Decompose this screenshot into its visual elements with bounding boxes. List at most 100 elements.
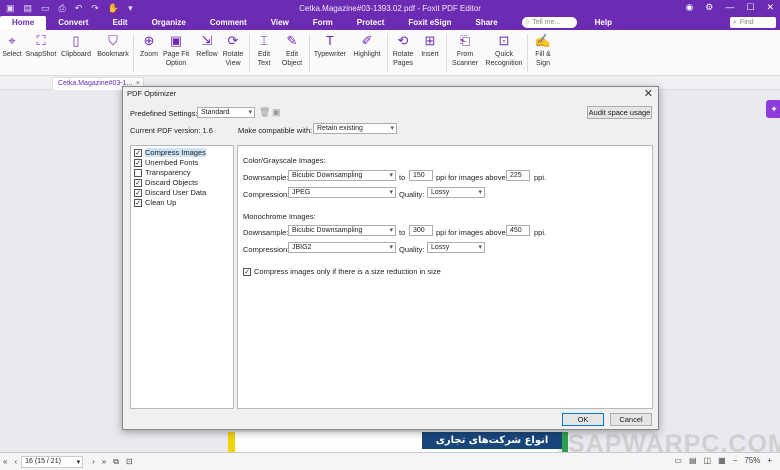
- chevron-down-icon: ▾: [389, 189, 393, 196]
- rotate-pages-button[interactable]: ⟲ Rotate Pages: [391, 33, 415, 68]
- facing-continuous-icon[interactable]: ▦: [718, 456, 726, 465]
- mono-ppi-input[interactable]: 300: [409, 225, 433, 236]
- cancel-button[interactable]: Cancel: [610, 413, 652, 426]
- facing-icon[interactable]: ◫: [704, 456, 712, 465]
- ai-assistant-icon[interactable]: ✦: [766, 100, 780, 118]
- mono-compression-select[interactable]: JBIG2 ▾: [288, 242, 396, 253]
- color-section-title: Color/Grayscale Images:: [243, 156, 326, 165]
- mono-above-input[interactable]: 450: [506, 225, 530, 236]
- chevron-down-icon: ▾: [389, 227, 393, 234]
- next-page-icon[interactable]: ›: [92, 457, 95, 467]
- close-icon[interactable]: ✕: [644, 87, 653, 100]
- zoom-level[interactable]: 75%: [744, 456, 760, 465]
- fill-sign-icon: ✍: [534, 32, 552, 48]
- page-fit-button[interactable]: ▣ Page Fit Option: [162, 33, 190, 68]
- maximize-icon[interactable]: ☐: [746, 2, 754, 13]
- color-quality-select[interactable]: Lossy ▾: [427, 187, 485, 198]
- mono-downsample-select[interactable]: Bicubic Downsampling ▾: [288, 225, 396, 236]
- color-compression-select[interactable]: JPEG ▾: [288, 187, 396, 198]
- redo-icon[interactable]: ↷: [91, 3, 99, 14]
- list-item-discard-user-data[interactable]: ✓ Discard User Data: [134, 188, 206, 197]
- ok-button[interactable]: OK: [562, 413, 604, 426]
- find-input[interactable]: ⌕ Find: [730, 17, 776, 28]
- undo-icon[interactable]: ↶: [75, 3, 83, 14]
- checkbox[interactable]: ✓: [134, 148, 142, 157]
- account-icon[interactable]: ◉: [685, 2, 693, 13]
- compatible-label: Make compatible with:: [238, 126, 313, 135]
- insert-button[interactable]: ⊞ Insert: [418, 33, 442, 60]
- continuous-icon[interactable]: ▤: [689, 456, 697, 465]
- save-icon[interactable]: ▤: [24, 3, 33, 14]
- checkbox[interactable]: ✓: [243, 267, 251, 276]
- checkbox[interactable]: ✓: [134, 178, 142, 187]
- edit-object-button[interactable]: ✎ Edit Object: [278, 33, 306, 68]
- edit-text-button[interactable]: ⌶ Edit Text: [254, 33, 274, 68]
- settings-icon[interactable]: ⚙: [705, 2, 713, 13]
- tab-view[interactable]: View: [259, 16, 301, 30]
- mono-quality-select[interactable]: Lossy ▾: [427, 242, 485, 253]
- tab-share[interactable]: Share: [463, 16, 509, 30]
- tab-protect[interactable]: Protect: [345, 16, 397, 30]
- print-icon[interactable]: ⎙: [59, 3, 66, 14]
- zoom-out-icon[interactable]: −: [733, 456, 738, 465]
- tab-organize[interactable]: Organize: [140, 16, 198, 30]
- tell-me-search[interactable]: ○ Tell me...: [522, 17, 577, 28]
- bookmark-button[interactable]: ⛉ Bookmark: [96, 33, 130, 60]
- typewriter-button[interactable]: T Typewriter: [313, 33, 347, 60]
- fit-page-icon[interactable]: ⊡: [126, 457, 133, 467]
- color-downsample-select[interactable]: Bicubic Downsampling ▾: [288, 170, 396, 181]
- zoom-in-icon[interactable]: +: [767, 456, 772, 465]
- customize-icon[interactable]: ▾: [128, 3, 133, 14]
- list-item-clean-up[interactable]: ✓ Clean Up: [134, 198, 176, 207]
- list-item-transparency[interactable]: Transparency: [134, 168, 191, 177]
- edit-text-icon: ⌶: [260, 32, 268, 48]
- checkbox[interactable]: ✓: [134, 158, 142, 167]
- tab-edit[interactable]: Edit: [100, 16, 139, 30]
- highlight-button[interactable]: ✐ Highlight: [350, 33, 384, 60]
- from-scanner-button[interactable]: ⎗ From Scanner: [450, 33, 480, 68]
- tab-home[interactable]: Home: [0, 16, 47, 30]
- tab-comment[interactable]: Comment: [198, 16, 259, 30]
- ribbon-separator: [446, 34, 447, 72]
- compress-only-row[interactable]: ✓ Compress images only if there is a siz…: [243, 267, 441, 276]
- color-above-input[interactable]: 225: [506, 170, 530, 181]
- prev-page-icon[interactable]: ‹: [14, 457, 17, 466]
- quick-recognition-button[interactable]: ⊡ Quick Recognition: [485, 33, 523, 68]
- delete-icon[interactable]: 🗑: [259, 107, 270, 118]
- chevron-down-icon: ▾: [389, 172, 393, 179]
- tab-form[interactable]: Form: [301, 16, 345, 30]
- zoom-button[interactable]: ⊕ Zoom: [138, 33, 160, 60]
- tab-help[interactable]: Help: [583, 16, 624, 30]
- open-icon[interactable]: ▭: [41, 3, 50, 14]
- page-number-field[interactable]: 16 (15 / 21) ▾: [21, 455, 84, 468]
- hand-icon[interactable]: ✋: [108, 3, 119, 14]
- app-icon[interactable]: ▣: [6, 3, 15, 14]
- scanner-icon: ⎗: [459, 32, 471, 48]
- reflow-button[interactable]: ⇲ Reflow: [194, 33, 220, 60]
- checkbox[interactable]: ✓: [134, 188, 142, 197]
- tab-foxit-esign[interactable]: Foxit eSign: [396, 16, 463, 30]
- single-page-icon[interactable]: ▭: [674, 456, 682, 465]
- ribbon-separator: [133, 34, 134, 72]
- select-button[interactable]: ⌖ Select: [2, 33, 22, 60]
- list-item-unembed-fonts[interactable]: ✓ Unembed Fonts: [134, 158, 198, 167]
- save-settings-icon[interactable]: ▣: [272, 107, 281, 118]
- last-page-icon[interactable]: »: [102, 457, 106, 467]
- checkbox[interactable]: ✓: [134, 198, 142, 207]
- list-item-discard-objects[interactable]: ✓ Discard Objects: [134, 178, 198, 187]
- rotate-view-button[interactable]: ⟳ Rotate View: [221, 33, 245, 68]
- checkbox[interactable]: [134, 168, 142, 177]
- compatibility-select[interactable]: Retain existing ▾: [313, 123, 397, 134]
- two-page-icon[interactable]: ⧉: [113, 457, 119, 467]
- audit-space-button[interactable]: Audit space usage: [587, 106, 652, 119]
- color-ppi-input[interactable]: 150: [409, 170, 433, 181]
- predefined-settings-select[interactable]: Standard ▾: [197, 107, 255, 118]
- close-icon[interactable]: ✕: [766, 2, 774, 13]
- tab-convert[interactable]: Convert: [46, 16, 100, 30]
- minimize-icon[interactable]: —: [725, 2, 734, 13]
- clipboard-button[interactable]: ▯ Clipboard: [60, 33, 92, 60]
- fill-sign-button[interactable]: ✍ Fill & Sign: [531, 33, 555, 68]
- first-page-icon[interactable]: «: [3, 457, 7, 466]
- list-item-compress-images[interactable]: ✓ Compress Images: [134, 148, 206, 157]
- snapshot-button[interactable]: ⛶ SnapShot: [25, 33, 57, 60]
